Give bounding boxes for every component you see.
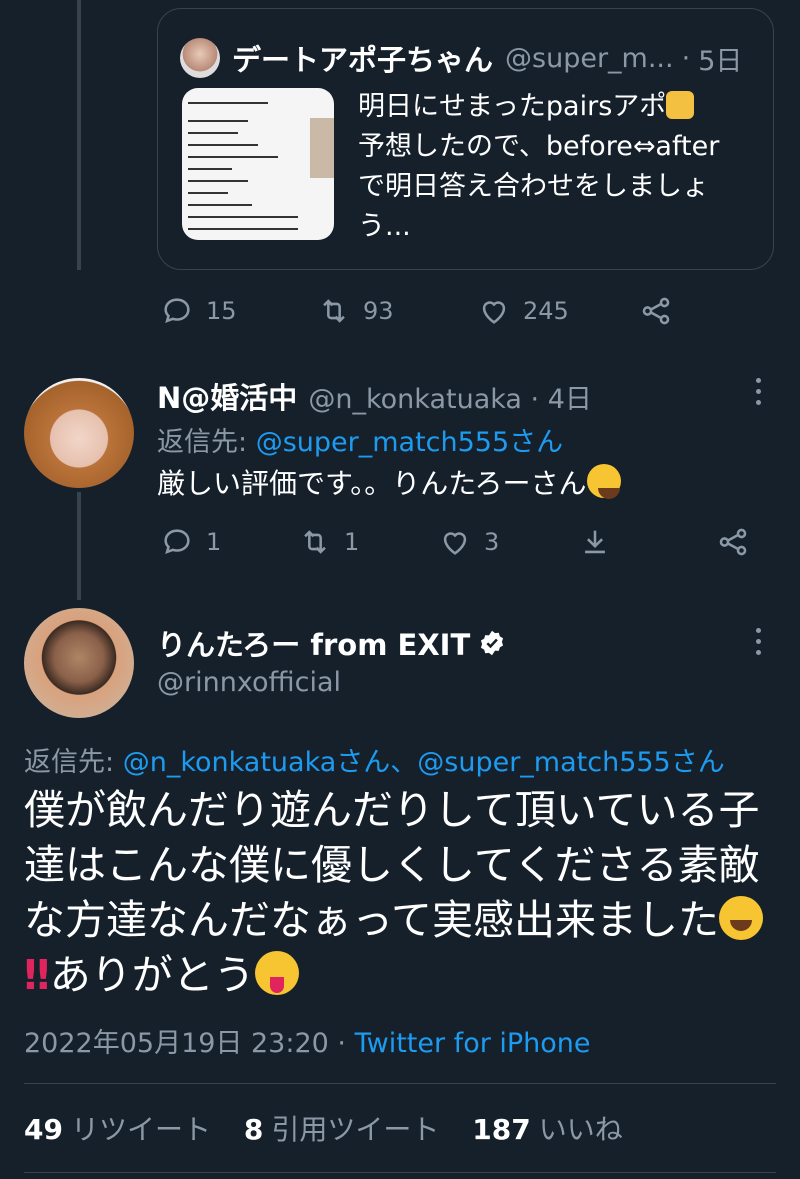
reply-icon bbox=[164, 298, 190, 323]
retweet-icon bbox=[323, 299, 345, 323]
reply-author-handle[interactable]: @n_konkatuaka · 4日 bbox=[308, 384, 592, 415]
main-author-avatar[interactable] bbox=[24, 608, 134, 718]
download-icon bbox=[585, 530, 605, 554]
divider bbox=[24, 1172, 776, 1173]
likes-label: いいね bbox=[538, 1113, 623, 1146]
quoted-separator: · bbox=[681, 42, 691, 74]
source-separator: · bbox=[337, 1028, 347, 1059]
share-button[interactable] bbox=[716, 525, 750, 559]
quoted-timestamp[interactable]: 5日 bbox=[698, 39, 742, 78]
quotes-label: 引用ツイート bbox=[271, 1113, 440, 1146]
reply-button[interactable]: 15 bbox=[160, 294, 317, 328]
retweets-label: リツイート bbox=[70, 1113, 211, 1146]
main-text-tail: ありがとう bbox=[49, 951, 255, 999]
retweet-count: 1 bbox=[344, 528, 360, 556]
more-options-icon[interactable] bbox=[756, 628, 764, 661]
like-count: 3 bbox=[484, 528, 500, 556]
retweet-icon bbox=[304, 530, 326, 554]
reply-author-avatar[interactable] bbox=[24, 378, 134, 488]
quoted-text-line: う... bbox=[358, 211, 411, 242]
share-icon bbox=[642, 297, 670, 325]
reply-replying-to: 返信先: @super_match555さん bbox=[157, 420, 563, 459]
reply-author-name[interactable]: N@婚活中 bbox=[157, 381, 297, 415]
main-text-body: 僕が飲んだり遊んだりして頂いている子達はこんな僕に優しくしてくださる素敵な方達な… bbox=[24, 786, 760, 944]
reply-author-line: N@婚活中 @n_konkatuaka · 4日 bbox=[157, 375, 592, 417]
retweet-button[interactable]: 1 bbox=[298, 525, 438, 559]
reply-icon bbox=[164, 529, 190, 554]
share-button[interactable] bbox=[639, 294, 673, 328]
divider bbox=[24, 1083, 776, 1084]
quoted-avatar[interactable] bbox=[180, 38, 220, 78]
likes-stat[interactable]: 187 いいね bbox=[472, 1113, 646, 1146]
quoted-text-line: 明日にせまったpairsアポ bbox=[358, 91, 667, 122]
heart-icon bbox=[482, 301, 506, 324]
reply-action-bar: 1 1 3 bbox=[160, 525, 750, 559]
engagement-stats: 49 リツイート 8 引用ツイート 187 いいね bbox=[24, 1108, 647, 1148]
quoted-text-line: 予想したので、before⇔after bbox=[358, 131, 720, 162]
winking-tongue-emoji-icon bbox=[254, 951, 299, 995]
tweet-timestamp[interactable]: 2022年05月19日 23:20 bbox=[24, 1028, 329, 1059]
like-button[interactable]: 3 bbox=[438, 525, 578, 559]
share-icon bbox=[719, 528, 747, 556]
quoted-text-line: で明日答え合わせをしましょ bbox=[358, 171, 709, 202]
reply-tweet-text: 厳しい評価です。。りんたろーさん bbox=[157, 462, 621, 502]
quoted-tweet-text: 明日にせまったpairsアポ 予想したので、before⇔after で明日答え… bbox=[358, 87, 758, 247]
tweet-source-link[interactable]: Twitter for iPhone bbox=[355, 1028, 591, 1059]
more-options-icon[interactable] bbox=[756, 378, 764, 411]
main-author-line: りんたろー from EXIT bbox=[157, 622, 506, 664]
reply-count: 15 bbox=[206, 297, 237, 325]
smiling-tear-emoji-icon bbox=[586, 464, 621, 499]
main-replying-to: 返信先: @n_konkatuakaさん、@super_match555さん bbox=[24, 740, 725, 779]
retweets-count: 49 bbox=[24, 1113, 63, 1146]
quoted-author-name[interactable]: デートアポ子ちゃん bbox=[232, 37, 493, 79]
tweet-timestamp-line: 2022年05月19日 23:20 · Twitter for iPhone bbox=[24, 1021, 591, 1060]
retweet-button[interactable]: 93 bbox=[317, 294, 477, 328]
main-tweet-text: 僕が飲んだり遊んだりして頂いている子達はこんな僕に優しくしてくださる素敵な方達な… bbox=[24, 783, 784, 1003]
main-author-name[interactable]: りんたろー from EXIT bbox=[157, 622, 470, 664]
replying-prefix: 返信先: bbox=[24, 747, 115, 778]
replying-to-link[interactable]: @super_match555さん bbox=[256, 427, 563, 458]
retweets-stat[interactable]: 49 リツイート bbox=[24, 1113, 235, 1146]
like-button[interactable]: 245 bbox=[477, 294, 639, 328]
grinning-face-emoji-icon bbox=[718, 896, 763, 940]
reply-button[interactable]: 1 bbox=[160, 525, 298, 559]
replying-to-links[interactable]: @n_konkatuakaさん、@super_match555さん bbox=[123, 747, 725, 778]
likes-count: 187 bbox=[472, 1113, 531, 1146]
quotes-count: 8 bbox=[243, 1113, 264, 1146]
double-exclamation-emoji-icon: ‼ bbox=[24, 951, 50, 999]
quotes-stat[interactable]: 8 引用ツイート bbox=[244, 1113, 464, 1146]
quoted-action-bar: 15 93 245 bbox=[160, 294, 673, 328]
quoted-tweet-header: デートアポ子ちゃん @super_m... · 5日 bbox=[180, 37, 742, 79]
download-button[interactable] bbox=[578, 525, 716, 559]
replying-prefix: 返信先: bbox=[157, 427, 248, 458]
retweet-count: 93 bbox=[363, 297, 394, 325]
quoted-image-thumbnail[interactable] bbox=[182, 88, 334, 240]
quoted-tweet-card[interactable]: デートアポ子ちゃん @super_m... · 5日 明日にせまったpairsア… bbox=[157, 8, 774, 270]
quoted-author-handle[interactable]: @super_m... bbox=[505, 43, 674, 74]
heart-icon bbox=[443, 532, 467, 555]
main-author-handle[interactable]: @rinnxofficial bbox=[157, 667, 341, 698]
like-count: 245 bbox=[523, 297, 569, 325]
reply-text: 厳しい評価です。。りんたろーさん bbox=[157, 467, 587, 500]
reply-count: 1 bbox=[206, 528, 222, 556]
couple-kiss-emoji-icon bbox=[666, 91, 695, 119]
thread-line-mid bbox=[77, 492, 81, 600]
verified-badge-icon bbox=[481, 630, 504, 656]
thread-line-top bbox=[77, 0, 81, 270]
